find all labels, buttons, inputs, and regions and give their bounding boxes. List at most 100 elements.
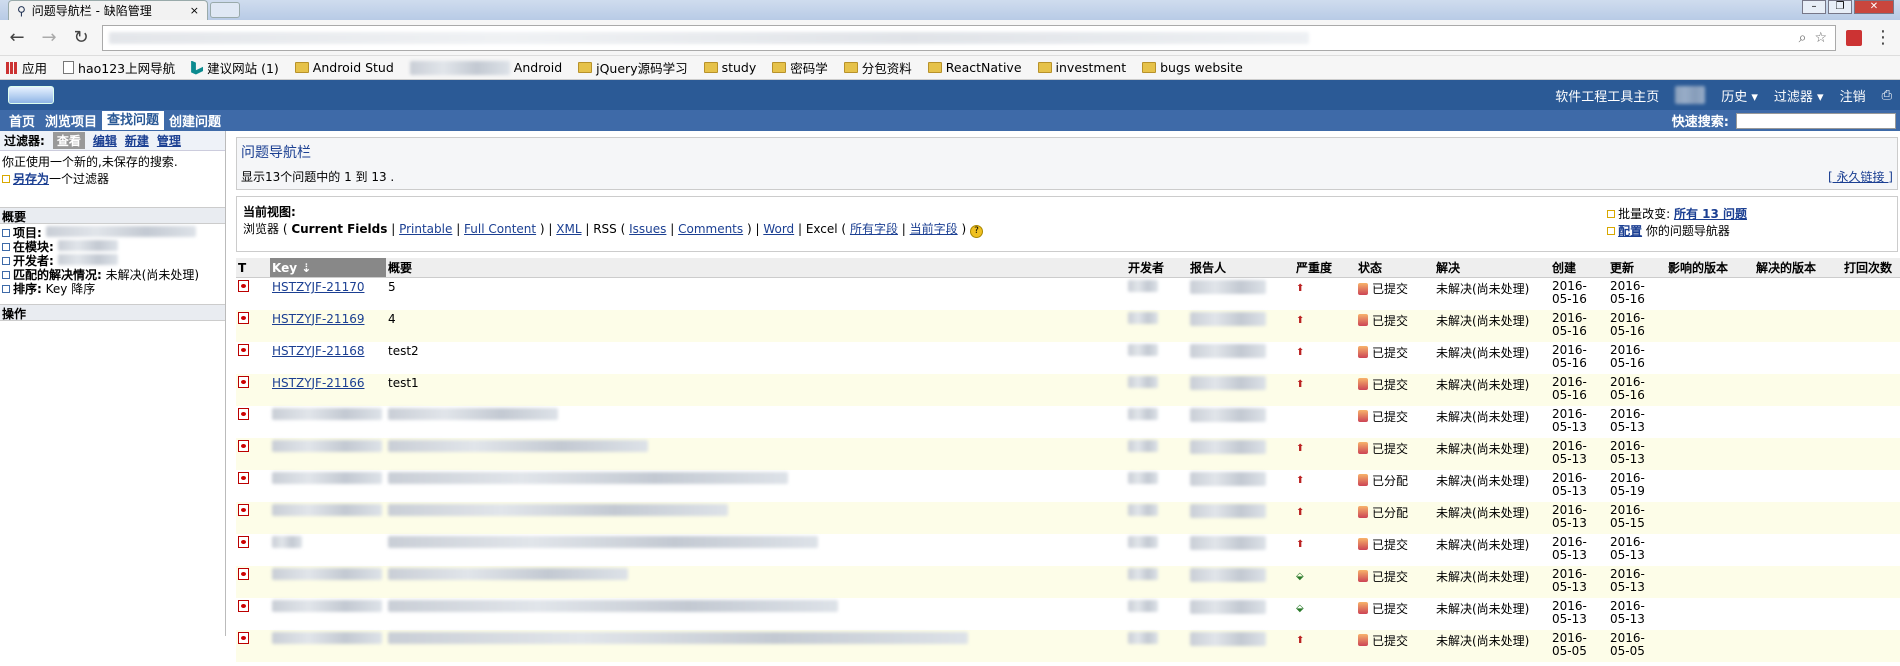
issue-summary[interactable]: test2 — [388, 344, 419, 358]
menu-create-issue[interactable]: 创建问题 — [164, 111, 226, 130]
col-key[interactable]: Key ⇣ — [270, 258, 386, 278]
col-reopen-count[interactable]: 打回次数 — [1842, 258, 1900, 278]
bookmark-star-icon[interactable]: ☆ — [1814, 30, 1827, 46]
table-row[interactable]: ⬆ 已提交 未解决(尚未处理) 2016-05-13 2016-05-13 — [236, 437, 1900, 470]
quick-search-input[interactable] — [1736, 112, 1896, 129]
excel-current-fields-link[interactable]: 当前字段 — [910, 222, 958, 236]
bookmark-folder[interactable]: study — [703, 60, 756, 75]
col-reporter[interactable]: 报告人 — [1188, 258, 1294, 278]
col-type[interactable]: T — [236, 258, 270, 278]
col-created[interactable]: 创建 — [1550, 258, 1608, 278]
bookmark-hao123[interactable]: hao123上网导航 — [63, 58, 175, 77]
filter-tab-view[interactable]: 查看 — [52, 132, 85, 149]
table-row[interactable]: HSTZYJF-21170 5 ⬆ 已提交 未解决(尚未处理) 2016-05-16 201… — [236, 278, 1900, 310]
history-menu[interactable]: 历史 ▾ — [1721, 86, 1758, 105]
print-icon[interactable]: ⎙ — [1882, 88, 1892, 103]
col-affects-version[interactable]: 影响的版本 — [1666, 258, 1754, 278]
bookmark-folder[interactable]: ReactNative — [927, 60, 1022, 75]
new-tab-button[interactable] — [210, 2, 240, 18]
table-row[interactable]: HSTZYJF-21169 4 ⬆ 已提交 未解决(尚未处理) 2016-05-16 201… — [236, 309, 1900, 342]
table-row[interactable]: HSTZYJF-21168 test2 ⬆ 已提交 未解决(尚未处理) 2016-05-1… — [236, 342, 1900, 374]
reload-icon[interactable]: ↻ — [70, 27, 92, 48]
views-panel: 当前视图: 浏览器 ( Current Fields | Printable |… — [236, 196, 1898, 252]
table-row[interactable]: ⬙ 已提交 未解决(尚未处理) 2016-05-13 2016-05-13 — [236, 598, 1900, 630]
col-summary[interactable]: 概要 — [386, 258, 1126, 278]
logout-link[interactable]: 注销 — [1840, 86, 1866, 105]
rss-comments-link[interactable]: Comments — [678, 222, 743, 236]
window-close-icon[interactable]: ✕ — [1854, 0, 1894, 14]
issue-key-link[interactable]: HSTZYJF-21169 — [272, 312, 364, 326]
zoom-icon[interactable]: ⌕ — [1799, 30, 1807, 46]
col-assignee[interactable]: 开发者 — [1126, 258, 1188, 278]
issue-key-link[interactable]: HSTZYJF-21168 — [272, 344, 364, 358]
tab-close-icon[interactable]: × — [190, 4, 199, 17]
bookmark-apps[interactable]: 应用 — [6, 58, 47, 77]
col-resolution[interactable]: 解决 — [1434, 258, 1550, 278]
jira-logo[interactable] — [8, 86, 54, 104]
bookmark-suggested[interactable]: 建议网站 (1) — [191, 58, 279, 77]
configure-link[interactable]: 配置 — [1618, 224, 1642, 238]
table-row[interactable]: ⬆ 已提交 未解决(尚未处理) 2016-05-05 2016-05-05 — [236, 629, 1900, 662]
forward-icon[interactable]: → — [38, 27, 60, 48]
restore-icon[interactable]: ❐ — [1828, 0, 1852, 14]
menu-find-issues[interactable]: 查找问题 — [102, 111, 165, 130]
filter-tab-manage[interactable]: 管理 — [157, 132, 181, 149]
full-content-link[interactable]: Full Content — [464, 222, 536, 236]
filters-menu[interactable]: 过滤器 ▾ — [1774, 86, 1824, 105]
table-row[interactable]: HSTZYJF-21166 test1 ⬆ 已提交 未解决(尚未处理) 2016-05-1… — [236, 373, 1900, 406]
bookmark-folder[interactable]: 密码学 — [772, 58, 828, 77]
filter-tab-edit[interactable]: 编辑 — [93, 132, 117, 149]
minimize-icon[interactable]: – — [1802, 0, 1826, 14]
issue-resolution: 未解决(尚未处理) — [1436, 441, 1530, 456]
back-icon[interactable]: ← — [6, 27, 28, 48]
status-icon — [1358, 442, 1368, 454]
menu-browse-projects[interactable]: 浏览项目 — [40, 111, 102, 130]
bookmark-folder[interactable]: Android Stud — [294, 60, 394, 75]
table-row[interactable]: 已提交 未解决(尚未处理) 2016-05-13 2016-05-13 — [236, 406, 1900, 438]
bookmark-folder[interactable]: 分包资料 — [843, 58, 912, 77]
issue-summary[interactable]: 4 — [388, 312, 396, 326]
tools-home-link[interactable]: 软件工程工具主页 — [1555, 86, 1659, 105]
redacted-user[interactable] — [1675, 86, 1706, 104]
menu-icon[interactable]: ⋮ — [1872, 27, 1894, 48]
filter-tabs: 过滤器: 查看 编辑 新建 管理 — [0, 131, 225, 151]
redacted-summary — [388, 407, 558, 420]
bookmark-folder[interactable]: investment — [1037, 60, 1126, 75]
issue-summary[interactable]: test1 — [388, 376, 419, 390]
browser-tab[interactable]: ⚲ 问题导航栏 - 缺陷管理 × — [8, 0, 208, 20]
bookmark-folder[interactable]: jQuery源码学习 — [578, 58, 688, 77]
permalink[interactable]: [ 永久链接 ] — [1828, 168, 1893, 185]
folder-icon — [703, 62, 718, 73]
table-row[interactable]: ⬆ 已提交 未解决(尚未处理) 2016-05-13 2016-05-13 — [236, 534, 1900, 566]
filter-tab-new[interactable]: 新建 — [125, 132, 149, 149]
table-row[interactable]: ⬆ 已分配 未解决(尚未处理) 2016-05-13 2016-05-15 — [236, 501, 1900, 534]
xml-link[interactable]: XML — [556, 222, 581, 236]
word-link[interactable]: Word — [763, 222, 794, 236]
table-row[interactable]: ⬙ 已提交 未解决(尚未处理) 2016-05-13 2016-05-13 — [236, 565, 1900, 598]
excel-all-fields-link[interactable]: 所有字段 — [850, 222, 898, 236]
save-as-link[interactable]: 另存为 — [13, 172, 49, 186]
extension-icon[interactable] — [1846, 29, 1862, 46]
bulk-change-link[interactable]: 所有 13 问题 — [1674, 207, 1747, 221]
bookmark-folder[interactable]: bugs website — [1142, 60, 1243, 75]
table-row[interactable]: ⬆ 已分配 未解决(尚未处理) 2016-05-13 2016-05-19 — [236, 470, 1900, 502]
printable-link[interactable]: Printable — [399, 222, 452, 236]
affects-version-cell — [1666, 406, 1754, 438]
redacted-reporter — [1190, 375, 1266, 390]
help-icon[interactable]: ? — [969, 225, 983, 238]
summary-item: 项目: — [2, 226, 223, 240]
col-fix-version[interactable]: 解决的版本 — [1754, 258, 1842, 278]
issue-key-link[interactable]: HSTZYJF-21166 — [272, 376, 364, 390]
col-priority[interactable]: 严重度 — [1294, 258, 1356, 278]
bullet-icon — [2, 271, 10, 279]
rss-issues-link[interactable]: Issues — [629, 222, 666, 236]
issue-key-link[interactable]: HSTZYJF-21170 — [272, 280, 364, 294]
col-updated[interactable]: 更新 — [1608, 258, 1666, 278]
fix-version-cell — [1754, 437, 1842, 470]
bookmark-folder[interactable]: Android — [409, 60, 562, 75]
address-bar[interactable]: ⌕ ☆ — [102, 24, 1836, 51]
menu-home[interactable]: 首页 — [4, 111, 40, 130]
issue-resolution: 未解决(尚未处理) — [1436, 313, 1530, 328]
col-status[interactable]: 状态 — [1356, 258, 1434, 278]
issue-summary[interactable]: 5 — [388, 280, 396, 294]
